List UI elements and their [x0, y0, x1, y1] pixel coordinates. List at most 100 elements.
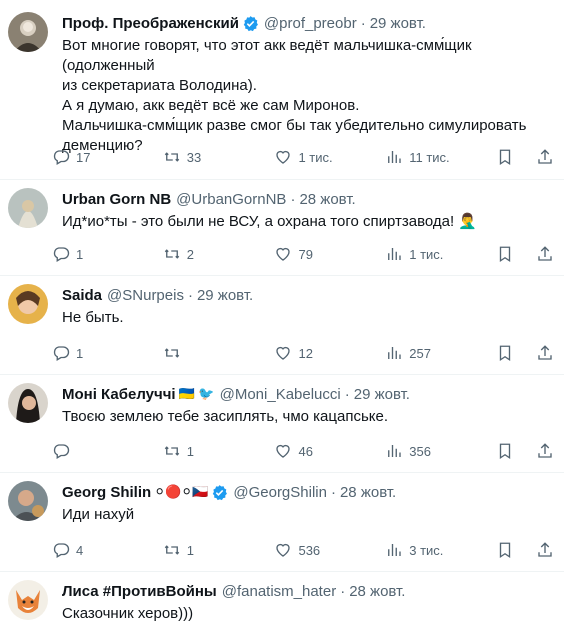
like-button[interactable]: 536: [274, 541, 385, 559]
tweet-text: Сказочник херов))): [62, 605, 194, 622]
retweet-icon: [164, 446, 179, 456]
author-name[interactable]: Лиса #ПротивВойны: [62, 583, 217, 600]
avatar[interactable]: [8, 12, 48, 52]
like-button[interactable]: 79: [274, 245, 385, 263]
bookmark-icon: [499, 345, 511, 362]
retweet-button[interactable]: 1: [163, 442, 275, 460]
like-button[interactable]: 1 тис.: [274, 148, 385, 166]
reply-button[interactable]: 1: [52, 245, 163, 263]
avatar[interactable]: [8, 383, 48, 423]
retweet-button[interactable]: 33: [163, 148, 275, 166]
share-icon: [538, 345, 552, 360]
retweet-button[interactable]: 1: [163, 541, 275, 559]
share-icon: [538, 443, 552, 458]
bookmark-icon: [499, 149, 511, 166]
author-name[interactable]: Urban Gorn NB: [62, 191, 171, 208]
like-button[interactable]: 12: [274, 344, 385, 362]
retweet-count: 33: [186, 149, 202, 165]
author-handle[interactable]: @GeorgShilin: [233, 484, 327, 501]
author-handle[interactable]: @UrbanGornNB: [176, 191, 286, 208]
views-button[interactable]: 257: [385, 344, 496, 362]
views-button[interactable]: 1 тис.: [385, 245, 496, 263]
bookmark-button[interactable]: [496, 245, 514, 263]
like-icon: [276, 543, 291, 557]
tweet[interactable]: Urban Gorn NB @UrbanGornNB · 28 жовт. Ид…: [0, 180, 564, 276]
tweet-text: Иди нахуй: [62, 506, 135, 523]
share-button[interactable]: [536, 344, 554, 362]
bookmark-icon: [499, 542, 511, 559]
author-name[interactable]: Проф. Преображенский: [62, 15, 239, 32]
reply-button[interactable]: 1: [52, 344, 163, 362]
tweet[interactable]: Лиса #ПротивВойны @fanatism_hater · 28 ж…: [0, 572, 564, 637]
retweet-count: 1: [186, 542, 194, 558]
separator: ·: [340, 582, 346, 600]
tweet-date[interactable]: 28 жовт.: [349, 583, 405, 600]
bookmark-button[interactable]: [496, 442, 514, 460]
bookmark-icon: [499, 443, 511, 460]
share-button[interactable]: [536, 245, 554, 263]
share-button[interactable]: [536, 442, 554, 460]
reply-icon: [53, 346, 70, 361]
action-bar: 17 33 1 тис. 11 тис.: [52, 148, 554, 166]
author-name[interactable]: Georg Shilin: [62, 484, 151, 501]
bookmark-button[interactable]: [496, 541, 514, 559]
avatar[interactable]: [8, 188, 48, 228]
like-count: 536: [298, 542, 321, 558]
reply-button[interactable]: [52, 442, 163, 460]
views-button[interactable]: 3 тис.: [385, 541, 496, 559]
like-icon: [276, 346, 291, 360]
share-icon: [538, 149, 552, 164]
share-button[interactable]: [536, 148, 554, 166]
reply-icon: [53, 543, 70, 558]
retweet-count: 1: [186, 443, 194, 459]
tweet-date[interactable]: 28 жовт.: [299, 191, 355, 208]
author-name[interactable]: Saida: [62, 287, 102, 304]
bookmark-button[interactable]: [496, 148, 514, 166]
avatar[interactable]: [8, 580, 48, 620]
retweet-button[interactable]: 2: [163, 245, 275, 263]
retweet-button[interactable]: [163, 344, 275, 362]
author-handle[interactable]: @fanatism_hater: [222, 583, 336, 600]
reply-button[interactable]: 4: [52, 541, 163, 559]
verified-badge-icon: [242, 15, 259, 32]
reply-icon: [53, 247, 70, 262]
views-button[interactable]: 11 тис.: [385, 148, 496, 166]
tweet-header: Проф. Преображенский @prof_preobr · 29 ж…: [62, 12, 564, 34]
author-handle[interactable]: @prof_preobr: [264, 15, 357, 32]
author-name[interactable]: Моні Кабелуччі: [62, 386, 176, 403]
action-bar: 1 2 79 1 тис.: [52, 245, 554, 263]
avatar[interactable]: [8, 481, 48, 521]
separator: ·: [187, 286, 193, 304]
bookmark-button[interactable]: [496, 344, 514, 362]
tweet[interactable]: Georg Shilin ⚪🔴⚪🇨🇿 @GeorgShilin · 28 жов…: [0, 473, 564, 572]
retweet-count: 2: [186, 246, 194, 262]
separator: ·: [360, 14, 366, 32]
action-bar: 4 1 536 3 тис.: [52, 541, 554, 559]
share-button[interactable]: [536, 541, 554, 559]
share-icon: [538, 542, 552, 557]
views-count: 3 тис.: [409, 542, 444, 558]
author-handle[interactable]: @Moni_Kabelucci: [220, 386, 341, 403]
tweet-text: Не быть.: [62, 309, 124, 326]
tweet-text: Ид*ио*ты - это были не ВСУ, а охрана тог…: [62, 213, 478, 230]
author-handle[interactable]: @SNurpeis: [107, 287, 184, 304]
reply-button[interactable]: 17: [52, 148, 163, 166]
views-icon: [388, 151, 401, 163]
tweet[interactable]: Проф. Преображенский @prof_preobr · 29 ж…: [0, 0, 564, 180]
views-button[interactable]: 356: [385, 442, 496, 460]
retweet-icon: [164, 545, 179, 555]
avatar[interactable]: [8, 284, 48, 324]
tweet-date[interactable]: 29 жовт.: [197, 287, 253, 304]
like-button[interactable]: 46: [274, 442, 385, 460]
separator: ·: [344, 385, 350, 403]
reply-count: 4: [76, 542, 84, 558]
tweet[interactable]: Моні Кабелуччі 🇺🇦 🐦 @Moni_Kabelucci · 29…: [0, 375, 564, 473]
like-count: 12: [298, 345, 313, 361]
tweet-date[interactable]: 28 жовт.: [340, 484, 396, 501]
tweet-date[interactable]: 29 жовт.: [354, 386, 410, 403]
retweet-icon: [164, 152, 179, 162]
tweet[interactable]: Saida @SNurpeis · 29 жовт. Не быть. 1 12…: [0, 276, 564, 375]
share-icon: [538, 246, 552, 261]
separator: ·: [330, 483, 336, 501]
tweet-date[interactable]: 29 жовт.: [370, 15, 426, 32]
